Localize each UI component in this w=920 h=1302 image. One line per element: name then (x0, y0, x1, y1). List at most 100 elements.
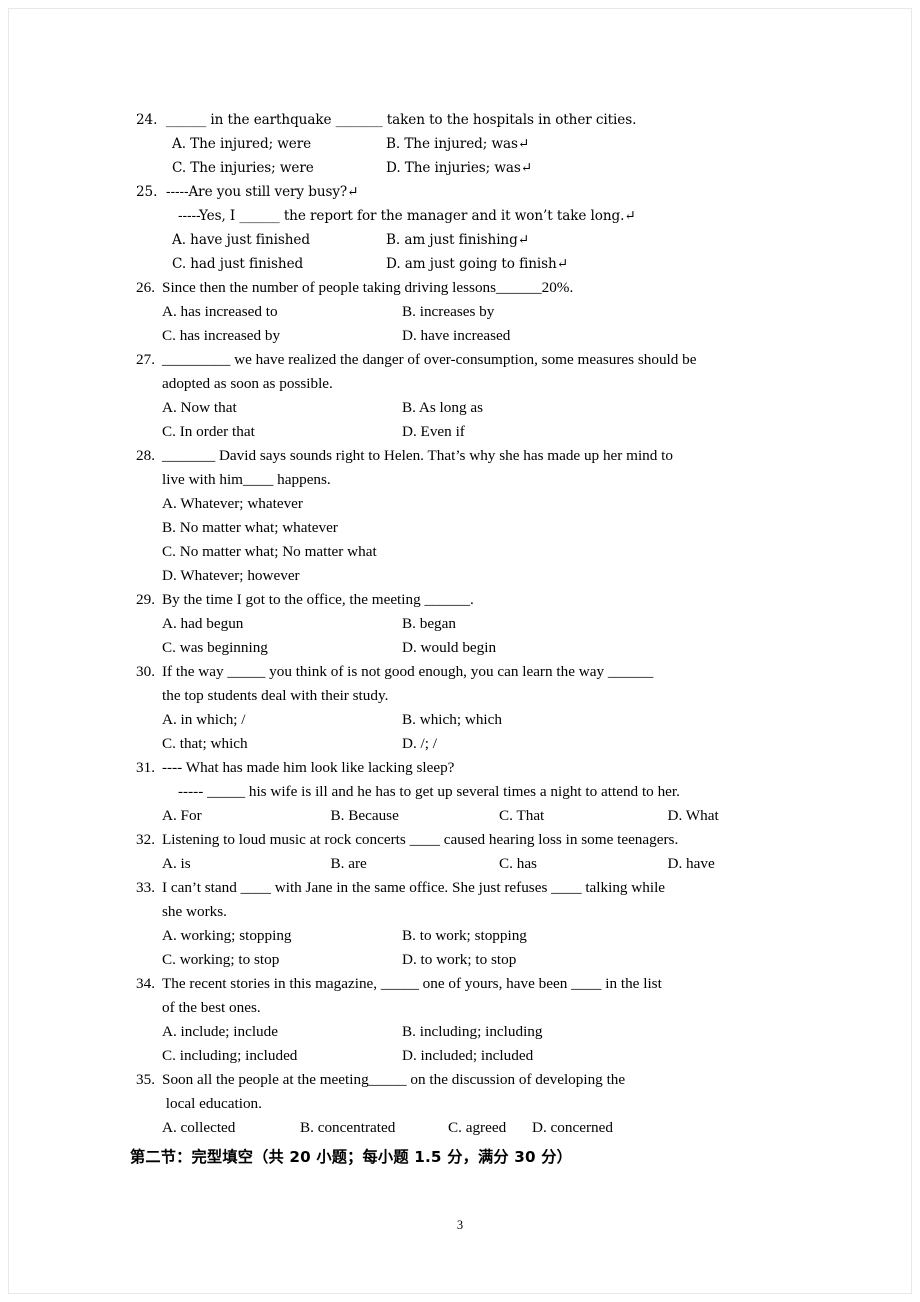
option[interactable]: C. had just finished (172, 252, 386, 276)
option[interactable]: D. have increased (402, 324, 739, 348)
question-35: 35. Soon all the people at the meeting___… (136, 1068, 836, 1140)
question-stem-text: _________ we have realized the danger of… (162, 351, 697, 368)
option[interactable]: D. /; / (402, 732, 739, 756)
question-continuation: local education. (162, 1095, 262, 1112)
question-29: 29. By the time I got to the office, the … (136, 588, 836, 660)
option[interactable]: B. increases by (402, 300, 739, 324)
option[interactable]: D. The injuries; was↵ (386, 156, 718, 180)
option-row: C. that; which D. /; / (136, 732, 836, 756)
question-27: 27. _________ we have realized the danger… (136, 348, 836, 444)
question-stem: 26. Since then the number of people takin… (136, 276, 836, 300)
option[interactable]: D. What (668, 804, 837, 828)
option[interactable]: C. including; included (162, 1044, 402, 1068)
option-row: A. collected B. concentrated C. agreed D. c… (136, 1116, 836, 1140)
option[interactable]: A. in which; / (162, 708, 402, 732)
question-31: 31. ---- What has made him look like lack… (136, 756, 836, 828)
question-stem-text: By the time I got to the office, the mee… (162, 591, 474, 608)
page-number: 3 (456, 1218, 464, 1232)
question-continuation: -----Yes, I ______ the report for the ma… (178, 208, 636, 224)
question-stem: 28. _______ David says sounds right to He… (136, 444, 836, 468)
option-row: A. has increased to B. increases by (136, 300, 836, 324)
option[interactable]: A. have just finished (172, 228, 386, 252)
option[interactable]: A. For (162, 804, 331, 828)
question-number: 25. (136, 184, 158, 200)
option[interactable]: B. to work; stopping (402, 924, 739, 948)
question-stem: 25. -----Are you still very busy?↵ (136, 180, 836, 204)
option[interactable]: C. has (499, 852, 668, 876)
option[interactable]: D. am just going to finish↵ (386, 252, 718, 276)
option-row: A. Now that B. As long as (136, 396, 836, 420)
option[interactable]: C. that; which (162, 732, 402, 756)
option[interactable]: C. No matter what; No matter what (162, 543, 377, 560)
option[interactable]: C. was beginning (162, 636, 402, 660)
option[interactable]: C. has increased by (162, 324, 402, 348)
option[interactable]: B. No matter what; whatever (162, 519, 338, 536)
option[interactable]: D. Whatever; however (162, 567, 300, 584)
question-continuation: of the best ones. (162, 999, 261, 1016)
option-row: A. include; include B. including; includi… (136, 1020, 836, 1044)
question-number: 29. (136, 591, 155, 608)
option[interactable]: A. is (162, 852, 331, 876)
option-row: A. The injured; were B. The injured; was↵ (136, 132, 836, 156)
option[interactable]: A. Now that (162, 396, 402, 420)
question-25: 25. -----Are you still very busy?↵ -----Ye… (136, 180, 836, 276)
question-stem-text: I can’t stand ____ with Jane in the same… (162, 879, 666, 896)
option-row: A. working; stopping B. to work; stopping (136, 924, 836, 948)
option[interactable]: C. The injuries; were (172, 156, 386, 180)
question-number: 31. (136, 759, 155, 776)
option[interactable]: A. The injured; were (172, 132, 386, 156)
option[interactable]: D. Even if (402, 420, 739, 444)
question-stem-text: Soon all the people at the meeting_____ … (162, 1071, 626, 1088)
option-row: C. has increased by D. have increased (136, 324, 836, 348)
question-stem: 24. ______ in the earthquake _______ take… (136, 108, 836, 132)
option[interactable]: A. collected (162, 1116, 300, 1140)
option-row: C. working; to stop D. to work; to stop (136, 948, 836, 972)
option[interactable]: A. working; stopping (162, 924, 402, 948)
question-stem-text: The recent stories in this magazine, ___… (162, 975, 662, 992)
option[interactable]: C. That (499, 804, 668, 828)
option[interactable]: C. agreed (448, 1116, 532, 1140)
option[interactable]: A. include; include (162, 1020, 402, 1044)
option-row: A. Whatever; whatever (136, 492, 836, 516)
option-row: B. No matter what; whatever (136, 516, 836, 540)
question-number: 33. (136, 879, 155, 896)
option[interactable]: B. which; which (402, 708, 739, 732)
option[interactable]: C. working; to stop (162, 948, 402, 972)
option[interactable]: B. am just finishing↵ (386, 228, 718, 252)
option[interactable]: A. had begun (162, 612, 402, 636)
option[interactable]: D. have (668, 852, 837, 876)
question-stem-text: Listening to loud music at rock concerts… (162, 831, 679, 848)
option[interactable]: D. concerned (532, 1116, 613, 1140)
option-row: A. For B. Because C. That D. What (136, 804, 836, 828)
question-32: 32. Listening to loud music at rock conce… (136, 828, 836, 876)
question-continuation: the top students deal with their study. (162, 687, 389, 704)
option[interactable]: C. In order that (162, 420, 402, 444)
option[interactable]: B. As long as (402, 396, 739, 420)
question-continuation: adopted as soon as possible. (162, 375, 333, 392)
option-row: A. have just finished B. am just finishin… (136, 228, 836, 252)
option[interactable]: D. would begin (402, 636, 739, 660)
question-stem: 34. The recent stories in this magazine, … (136, 972, 836, 996)
question-26: 26. Since then the number of people takin… (136, 276, 836, 348)
question-stem: 30. If the way _____ you think of is not … (136, 660, 836, 684)
question-number: 30. (136, 663, 155, 680)
option[interactable]: A. has increased to (162, 300, 402, 324)
question-stem-text: ______ in the earthquake _______ taken t… (166, 112, 637, 128)
option[interactable]: B. Because (331, 804, 500, 828)
question-number: 35. (136, 1071, 155, 1088)
option[interactable]: B. The injured; was↵ (386, 132, 718, 156)
question-stem: 27. _________ we have realized the danger… (136, 348, 836, 372)
option[interactable]: B. including; including (402, 1020, 739, 1044)
option[interactable]: B. are (331, 852, 500, 876)
option[interactable]: D. to work; to stop (402, 948, 739, 972)
option-row: C. was beginning D. would begin (136, 636, 836, 660)
question-number: 28. (136, 447, 155, 464)
option[interactable]: A. Whatever; whatever (162, 495, 303, 512)
question-28: 28. _______ David says sounds right to He… (136, 444, 836, 588)
option-row: C. had just finished D. am just going to … (136, 252, 836, 276)
question-30: 30. If the way _____ you think of is not … (136, 660, 836, 756)
option[interactable]: B. began (402, 612, 739, 636)
option[interactable]: B. concentrated (300, 1116, 448, 1140)
option[interactable]: D. included; included (402, 1044, 739, 1068)
question-24: 24. ______ in the earthquake _______ take… (136, 108, 836, 180)
